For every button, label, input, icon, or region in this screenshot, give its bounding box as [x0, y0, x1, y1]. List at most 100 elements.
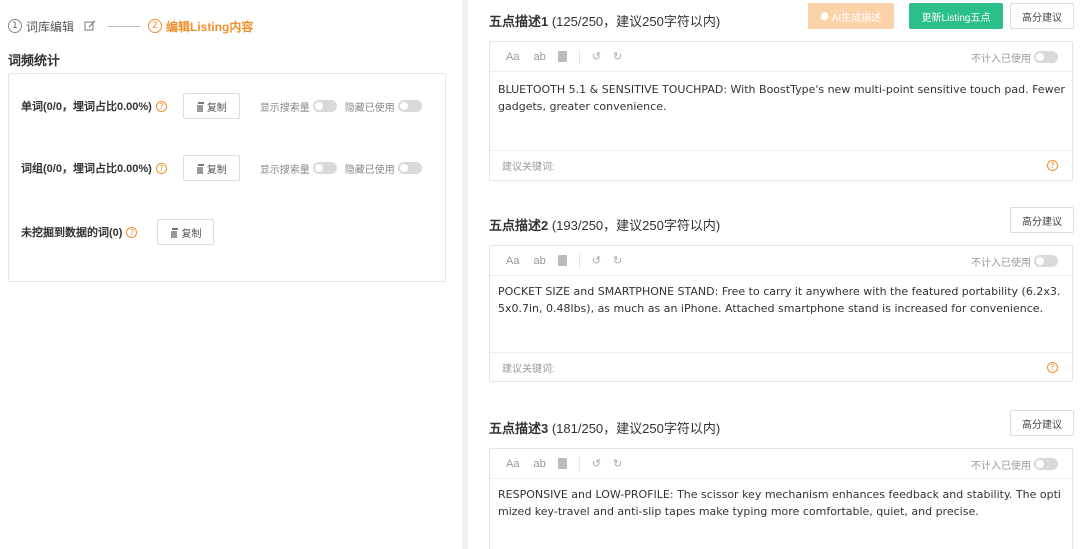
editor-toolbar: Aa ab ↺ ↻ 不计入已使用: [490, 42, 1072, 72]
step-indicator: 1 词库编辑 2 编辑Listing内容: [8, 17, 253, 35]
word-stat-label: 单词(0/0，埋词占比0.00%): [21, 101, 152, 113]
editor-toolbar: Aa ab ↺ ↻ 不计入已使用: [490, 246, 1072, 276]
lowercase-button[interactable]: ab: [533, 51, 545, 63]
redo-icon[interactable]: ↻: [613, 254, 622, 267]
bullet-header: 五点描述1 (125/250，建议250字符以内) AI生成描述 更新Listi…: [489, 3, 1074, 33]
bullet-title: 五点描述2 (193/250，建议250字符以内): [489, 215, 720, 234]
phrase-stat-label: 词组(0/0，埋词占比0.00%): [21, 163, 152, 175]
keyword-footer: 建议关键词: ?: [490, 352, 1072, 382]
step-2-number: 2: [148, 19, 163, 33]
copy-button[interactable]: 复制: [182, 93, 240, 119]
unmined-stat-label: 未挖掘到数据的词(0): [21, 227, 123, 239]
suggested-keywords-label: 建议关键词:: [502, 162, 555, 173]
show-search-label: 显示搜索量: [259, 102, 310, 114]
bullet-editor[interactable]: Aa ab ↺ ↻ 不计入已使用 RESPONSIVE and LOW-PROF…: [489, 448, 1073, 549]
lowercase-button[interactable]: ab: [533, 458, 545, 470]
exclude-used-label: 不计入已使用: [971, 53, 1031, 65]
toolbar-divider: [578, 456, 580, 471]
bullet-char-count: (193/250，建议250字符以内): [548, 218, 721, 233]
bullet-text[interactable]: RESPONSIVE and LOW-PROFILE: The scissor …: [498, 486, 1066, 520]
copy-icon: [170, 227, 179, 239]
update-listing-button[interactable]: 更新Listing五点: [909, 3, 1003, 29]
bullet-editor[interactable]: Aa ab ↺ ↻ 不计入已使用 POCKET SIZE and SMARTPH…: [489, 245, 1073, 382]
exclude-used-control: 不计入已使用: [971, 42, 1058, 72]
exclude-used-control: 不计入已使用: [971, 246, 1058, 276]
help-icon[interactable]: ?: [1047, 160, 1058, 171]
help-icon[interactable]: ?: [126, 226, 138, 238]
ai-generate-label: AI生成描述: [831, 12, 882, 24]
redo-icon[interactable]: ↻: [613, 457, 622, 470]
bullet-title: 五点描述1 (125/250，建议250字符以内): [489, 11, 720, 30]
copy-button[interactable]: 复制: [157, 219, 215, 245]
help-icon[interactable]: ?: [155, 100, 167, 112]
bullet-title-text: 五点描述3: [489, 421, 549, 436]
right-panel: 五点描述1 (125/250，建议250字符以内) AI生成描述 更新Listi…: [468, 0, 1080, 549]
toolbar-divider: [578, 49, 580, 64]
step-2-label[interactable]: 编辑Listing内容: [166, 18, 253, 35]
exclude-used-toggle[interactable]: [1034, 458, 1058, 470]
paste-icon[interactable]: [557, 458, 567, 469]
copy-button[interactable]: 复制: [182, 155, 240, 181]
paste-icon[interactable]: [557, 51, 567, 62]
bullet-title-text: 五点描述2: [489, 218, 549, 233]
undo-icon[interactable]: ↺: [592, 254, 601, 267]
undo-icon[interactable]: ↺: [592, 457, 601, 470]
bullet-point-1: 五点描述1 (125/250，建议250字符以内) AI生成描述 更新Listi…: [489, 3, 1074, 181]
bullet-text[interactable]: POCKET SIZE and SMARTPHONE STAND: Free t…: [498, 283, 1066, 317]
high-score-button[interactable]: 高分建议: [1010, 410, 1074, 436]
bulb-icon: [820, 12, 828, 20]
high-score-button[interactable]: 高分建议: [1010, 3, 1074, 29]
bullet-point-3: 五点描述3 (181/250，建议250字符以内) 高分建议 Aa ab ↺ ↻…: [489, 410, 1074, 549]
exclude-used-control: 不计入已使用: [971, 449, 1058, 479]
font-case-button[interactable]: Aa: [506, 51, 519, 63]
bullet-char-count: (181/250，建议250字符以内): [548, 421, 721, 436]
show-search-toggle[interactable]: [312, 100, 337, 112]
copy-button-label: 复制: [206, 164, 227, 176]
font-case-button[interactable]: Aa: [506, 255, 519, 267]
paste-icon[interactable]: [557, 255, 567, 266]
hide-used-toggle[interactable]: [397, 162, 422, 174]
step-connector: [108, 25, 141, 27]
step-1-label[interactable]: 词库编辑: [26, 18, 74, 35]
bullet-title-text: 五点描述1: [489, 14, 549, 29]
exclude-used-toggle[interactable]: [1034, 51, 1058, 63]
exclude-used-label: 不计入已使用: [971, 257, 1031, 269]
hide-used-toggle[interactable]: [397, 100, 422, 112]
show-search-toggle[interactable]: [312, 162, 337, 174]
copy-icon: [195, 163, 204, 175]
bullet-title: 五点描述3 (181/250，建议250字符以内): [489, 418, 720, 437]
bullet-text[interactable]: BLUETOOTH 5.1 & SENSITIVE TOUCHPAD: With…: [498, 81, 1066, 115]
copy-button-label: 复制: [206, 102, 227, 114]
font-case-button[interactable]: Aa: [506, 458, 519, 470]
word-frequency-box: 单词(0/0，埋词占比0.00%) ? 复制 显示搜索量 隐藏已使用 词组(0/…: [8, 73, 446, 282]
help-icon[interactable]: ?: [155, 162, 167, 174]
bullet-point-2: 五点描述2 (193/250，建议250字符以内) 高分建议 Aa ab ↺ ↻…: [489, 207, 1074, 382]
high-score-button[interactable]: 高分建议: [1010, 207, 1074, 233]
keyword-footer: 建议关键词: ?: [490, 150, 1072, 180]
word-row: 单词(0/0，埋词占比0.00%) ? 复制 显示搜索量 隐藏已使用: [21, 93, 422, 119]
bullet-header: 五点描述3 (181/250，建议250字符以内) 高分建议: [489, 410, 1074, 440]
step-1-number: 1: [8, 19, 22, 33]
help-icon[interactable]: ?: [1047, 362, 1058, 373]
phrase-row: 词组(0/0，埋词占比0.00%) ? 复制 显示搜索量 隐藏已使用: [21, 155, 422, 181]
copy-button-label: 复制: [181, 228, 202, 240]
editor-toolbar: Aa ab ↺ ↻ 不计入已使用: [490, 449, 1072, 479]
show-search-label: 显示搜索量: [259, 164, 310, 176]
hide-used-label: 隐藏已使用: [344, 164, 395, 176]
redo-icon[interactable]: ↻: [613, 50, 622, 63]
exclude-used-label: 不计入已使用: [971, 460, 1031, 472]
copy-icon: [195, 101, 204, 113]
edit-icon[interactable]: [84, 20, 96, 32]
suggested-keywords-label: 建议关键词:: [502, 364, 555, 375]
lowercase-button[interactable]: ab: [533, 255, 545, 267]
exclude-used-toggle[interactable]: [1034, 255, 1058, 267]
toolbar-divider: [578, 253, 580, 268]
bullet-header: 五点描述2 (193/250，建议250字符以内) 高分建议: [489, 207, 1074, 237]
undo-icon[interactable]: ↺: [592, 50, 601, 63]
ai-generate-button[interactable]: AI生成描述: [808, 3, 894, 29]
unmined-row: 未挖掘到数据的词(0) ? 复制: [21, 219, 215, 245]
hide-used-label: 隐藏已使用: [344, 102, 395, 114]
bullet-char-count: (125/250，建议250字符以内): [548, 14, 721, 29]
left-panel: 1 词库编辑 2 编辑Listing内容 词频统计 单词(0/0，埋词占比0.0…: [0, 0, 462, 549]
bullet-editor[interactable]: Aa ab ↺ ↻ 不计入已使用 BLUETOOTH 5.1 & SENSITI…: [489, 41, 1073, 181]
